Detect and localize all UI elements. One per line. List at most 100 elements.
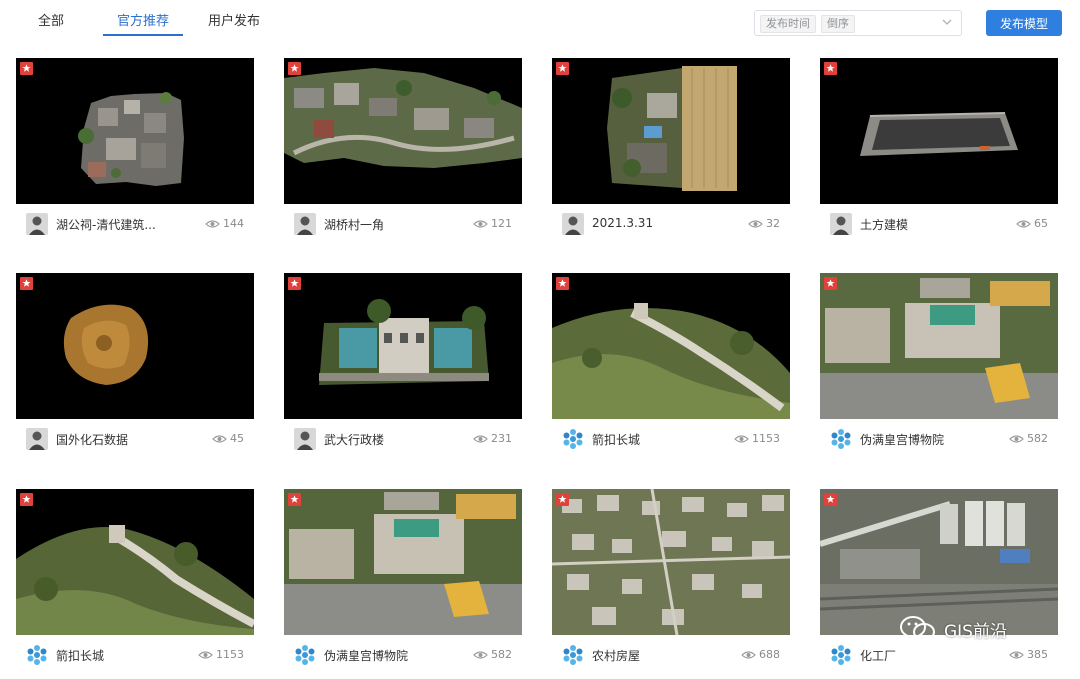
card-meta: 2021.3.31 32 [552, 210, 790, 240]
card-meta: 国外化石数据 45 [16, 425, 254, 455]
avatar [830, 428, 852, 450]
card-meta: 箭扣长城 1153 [16, 641, 254, 671]
star-badge-icon [824, 62, 837, 75]
card-title[interactable]: 伪满皇宫博物院 [860, 431, 980, 448]
avatar [26, 644, 48, 666]
card-meta: 土方建模 65 [820, 210, 1058, 240]
star-badge-icon [556, 277, 569, 290]
card-meta: 武大行政楼 231 [284, 425, 522, 455]
card-title[interactable]: 农村房屋 [592, 647, 712, 664]
model-thumbnail[interactable] [552, 273, 790, 419]
model-card[interactable]: 武大行政楼 231 [284, 273, 522, 463]
card-meta: 湖公祠-清代建筑... 144 [16, 210, 254, 240]
card-meta: 箭扣长城 1153 [552, 425, 790, 455]
model-card[interactable]: 伪满皇宫博物院 582 [284, 489, 522, 679]
card-title[interactable]: 2021.3.31 [592, 216, 712, 230]
card-meta: 伪满皇宫博物院 582 [284, 641, 522, 671]
view-count: 144 [205, 217, 244, 230]
model-thumbnail[interactable] [820, 273, 1058, 419]
card-title[interactable]: 国外化石数据 [56, 431, 176, 448]
model-card[interactable]: 箭扣长城 1153 [16, 489, 254, 679]
sort-field-tag: 发布时间 [760, 15, 816, 33]
view-count: 582 [473, 648, 512, 661]
model-thumbnail[interactable] [284, 58, 522, 204]
star-badge-icon [288, 62, 301, 75]
eye-icon [734, 434, 749, 443]
card-title[interactable]: 伪满皇宫博物院 [324, 647, 444, 664]
view-count: 385 [1009, 648, 1048, 661]
tab-user-published[interactable]: 用户发布 [208, 10, 260, 29]
star-badge-icon [824, 493, 837, 506]
eye-icon [473, 650, 488, 659]
view-count: 65 [1016, 217, 1048, 230]
star-badge-icon [288, 493, 301, 506]
star-badge-icon [556, 62, 569, 75]
eye-icon [205, 219, 220, 228]
publish-model-button[interactable]: 发布模型 [986, 10, 1062, 36]
view-count: 32 [748, 217, 780, 230]
star-badge-icon [20, 277, 33, 290]
star-badge-icon [556, 493, 569, 506]
avatar [562, 213, 584, 235]
wechat-icon [900, 616, 935, 641]
tab-official-recommended[interactable]: 官方推荐 [117, 10, 169, 29]
view-count: 688 [741, 648, 780, 661]
card-title[interactable]: 湖公祠-清代建筑... [56, 216, 176, 233]
eye-icon [1016, 219, 1031, 228]
model-card[interactable]: 农村房屋 688 [552, 489, 790, 679]
avatar [26, 428, 48, 450]
view-count: 121 [473, 217, 512, 230]
chevron-down-icon [942, 19, 952, 25]
model-card[interactable]: 化工厂 385 [820, 489, 1058, 679]
star-badge-icon [824, 277, 837, 290]
avatar [26, 213, 48, 235]
card-meta: 农村房屋 688 [552, 641, 790, 671]
eye-icon [473, 219, 488, 228]
avatar [294, 213, 316, 235]
model-thumbnail[interactable] [552, 58, 790, 204]
card-meta: 湖桥村一角 121 [284, 210, 522, 240]
avatar [830, 644, 852, 666]
star-badge-icon [20, 62, 33, 75]
tab-bar: 全部 官方推荐 用户发布 [0, 0, 700, 40]
model-thumbnail[interactable] [552, 489, 790, 635]
card-title[interactable]: 箭扣长城 [56, 647, 176, 664]
eye-icon [212, 434, 227, 443]
avatar [294, 644, 316, 666]
model-card[interactable]: 箭扣长城 1153 [552, 273, 790, 463]
card-title[interactable]: 湖桥村一角 [324, 216, 444, 233]
model-card[interactable]: 土方建模 65 [820, 58, 1058, 248]
sort-select[interactable]: 发布时间 倒序 [754, 10, 962, 36]
model-card[interactable]: 湖桥村一角 121 [284, 58, 522, 248]
card-title[interactable]: 箭扣长城 [592, 431, 712, 448]
model-thumbnail[interactable] [16, 273, 254, 419]
model-thumbnail[interactable] [16, 489, 254, 635]
model-card[interactable]: 湖公祠-清代建筑... 144 [16, 58, 254, 248]
avatar [562, 428, 584, 450]
eye-icon [748, 219, 763, 228]
model-card[interactable]: 伪满皇宫博物院 582 [820, 273, 1058, 463]
card-title[interactable]: 武大行政楼 [324, 431, 444, 448]
eye-icon [473, 434, 488, 443]
watermark-text: GIS前沿 [944, 621, 1007, 642]
model-thumbnail[interactable] [820, 58, 1058, 204]
card-title[interactable]: 化工厂 [860, 647, 980, 664]
avatar [830, 213, 852, 235]
active-tab-indicator [103, 34, 183, 36]
model-thumbnail[interactable] [284, 489, 522, 635]
model-thumbnail[interactable] [284, 273, 522, 419]
avatar [294, 428, 316, 450]
view-count: 1153 [198, 648, 244, 661]
star-badge-icon [288, 277, 301, 290]
model-card[interactable]: 2021.3.31 32 [552, 58, 790, 248]
card-meta: 伪满皇宫博物院 582 [820, 425, 1058, 455]
card-title[interactable]: 土方建模 [860, 216, 980, 233]
view-count: 45 [212, 432, 244, 445]
tab-all[interactable]: 全部 [38, 10, 64, 29]
star-badge-icon [20, 493, 33, 506]
model-card[interactable]: 国外化石数据 45 [16, 273, 254, 463]
avatar [562, 644, 584, 666]
model-thumbnail[interactable] [16, 58, 254, 204]
view-count: 582 [1009, 432, 1048, 445]
eye-icon [198, 650, 213, 659]
